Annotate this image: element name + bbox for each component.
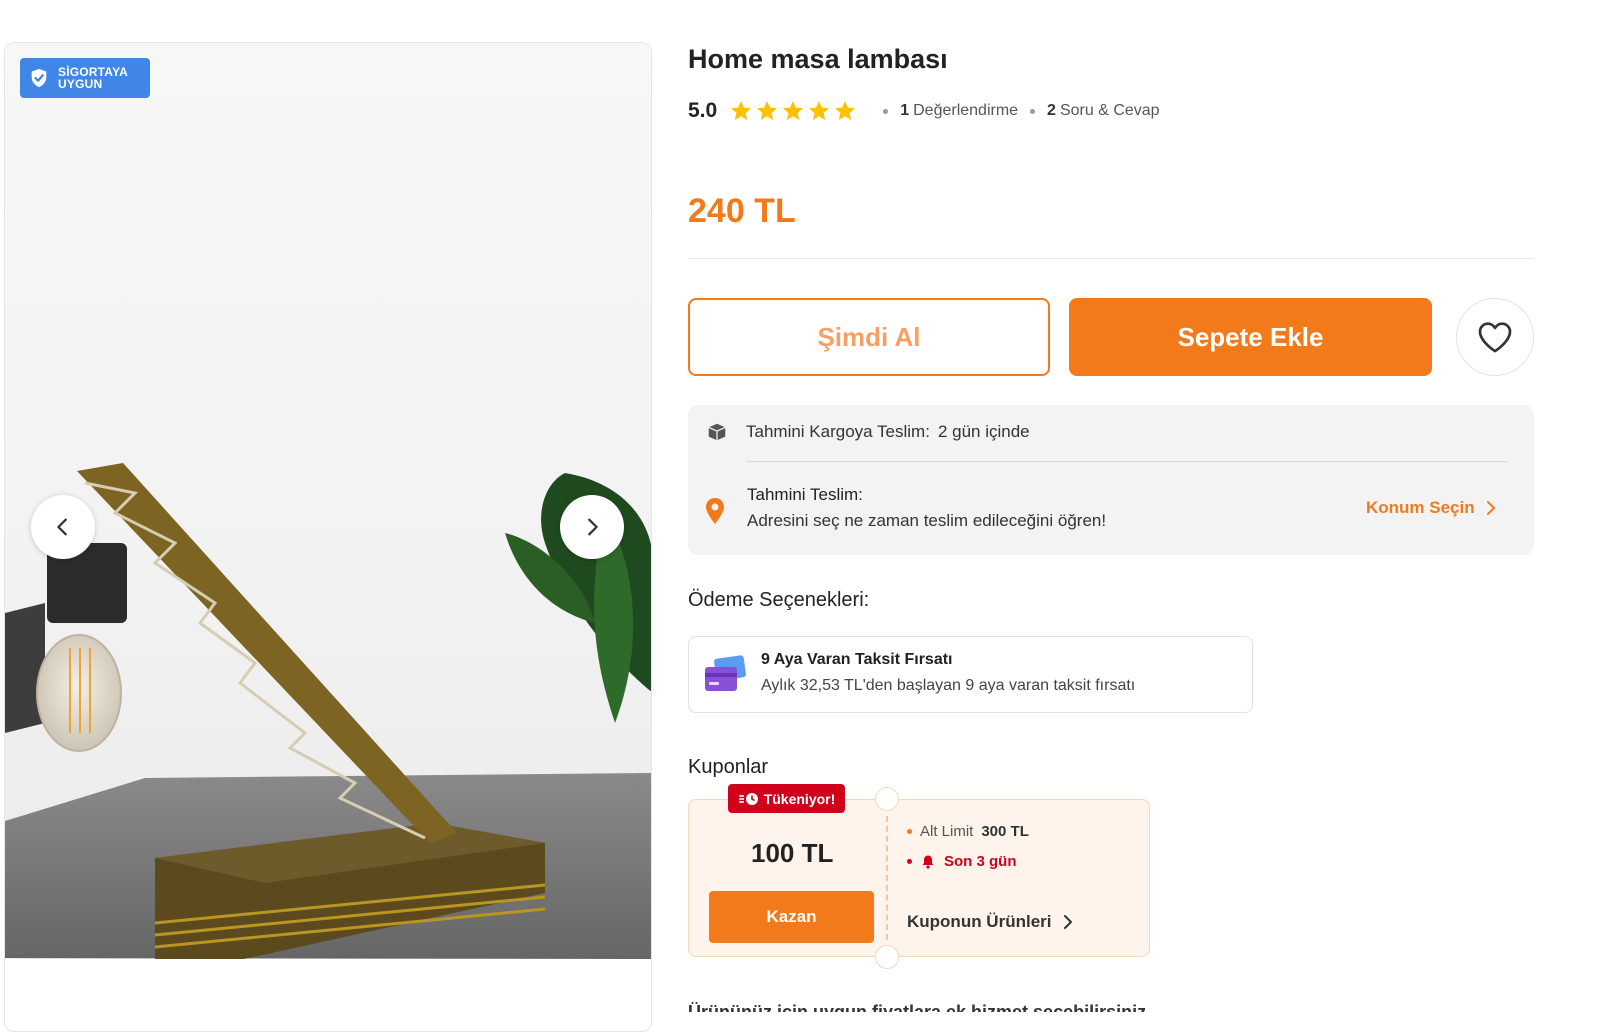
package-icon xyxy=(708,423,726,441)
product-gallery: SİGORTAYA UYGUN xyxy=(4,42,652,1032)
location-pin-icon xyxy=(706,498,724,524)
delivery-title: Tahmini Teslim: xyxy=(747,485,863,504)
star-icon xyxy=(757,101,778,120)
coupon-notch xyxy=(875,945,899,969)
star-icon xyxy=(835,101,856,120)
shield-check-icon xyxy=(31,68,47,88)
coupon-amount: 100 TL xyxy=(751,838,834,868)
cargo-delivery-row: Tahmini Kargoya Teslim: 2 gün içinde xyxy=(706,419,1030,445)
qa-link[interactable]: 2 Soru & Cevap xyxy=(1047,102,1160,120)
star-icon xyxy=(809,101,830,120)
qa-count: 2 xyxy=(1047,102,1056,119)
cargo-value: 2 gün içinde xyxy=(937,422,1030,441)
divider xyxy=(746,461,1508,462)
extra-services-text: Ürününüz için uygun fiyatlara ek hizmet … xyxy=(688,1002,1147,1012)
bullet xyxy=(907,829,912,834)
product-title: Home masa lambası xyxy=(688,44,948,75)
product-page: SİGORTAYA UYGUN Home masa lambası 5.0 1 … xyxy=(0,0,1600,1033)
favorite-button[interactable] xyxy=(1456,298,1534,376)
divider xyxy=(688,258,1534,259)
review-label: Değerlendirme xyxy=(913,102,1019,119)
product-brand[interactable]: Home xyxy=(688,44,763,74)
separator-dot xyxy=(883,108,889,114)
product-price: 240 TL xyxy=(688,192,796,230)
installment-title: 9 Aya Varan Taksit Fırsatı xyxy=(761,651,953,668)
bullet xyxy=(907,859,912,864)
installment-subtitle: Aylık 32,53 TL'den başlayan 9 aya varan … xyxy=(761,677,1136,694)
gallery-next-button[interactable] xyxy=(560,495,624,559)
payment-options-title: Ödeme Seçenekleri: xyxy=(688,589,870,611)
rating-score: 5.0 xyxy=(688,99,718,122)
coupon-card: 100 TL Kazan Alt Limit 300 TL Son 3 gün … xyxy=(688,787,1150,969)
star-icon xyxy=(731,101,752,120)
chevron-right-icon xyxy=(1064,915,1073,929)
coupon-notch xyxy=(875,787,899,811)
min-limit-label: Alt Limit xyxy=(920,823,974,840)
insurance-badge: SİGORTAYA UYGUN xyxy=(20,58,150,98)
claim-coupon-button[interactable]: Kazan xyxy=(709,891,874,943)
chevron-right-icon xyxy=(588,518,598,536)
review-count: 1 xyxy=(900,102,910,119)
coupon-products-link[interactable]: Kuponun Ürünleri xyxy=(907,912,1073,932)
credit-cards-icon xyxy=(705,655,746,691)
separator-dot xyxy=(1030,108,1036,114)
installment-card[interactable]: 9 Aya Varan Taksit Fırsatı Aylık 32,53 T… xyxy=(688,636,1253,713)
add-to-cart-button[interactable]: Sepete Ekle xyxy=(1069,298,1432,376)
delivery-info-panel: Tahmini Kargoya Teslim: 2 gün içinde Tah… xyxy=(688,405,1534,555)
running-out-label: Tükeniyor! xyxy=(763,790,836,807)
delivery-subtitle: Adresini seç ne zaman teslim edileceğini… xyxy=(747,511,1107,530)
star-rating xyxy=(729,99,857,123)
coupons-title: Kuponlar xyxy=(688,756,769,778)
chevron-right-icon xyxy=(1486,501,1495,515)
clock-icon xyxy=(738,792,758,805)
product-image xyxy=(5,43,651,959)
cargo-label: Tahmini Kargoya Teslim: xyxy=(746,422,930,441)
star-icon xyxy=(783,101,804,120)
coupon-divider xyxy=(886,816,888,940)
running-out-badge: Tükeniyor! xyxy=(728,784,845,813)
badge-line2: UYGUN xyxy=(58,77,103,91)
select-location-label: Konum Seçin xyxy=(1366,498,1475,517)
product-name: masa lambası xyxy=(770,44,948,74)
coupon-min-limit: Alt Limit 300 TL xyxy=(907,823,1029,840)
min-limit-value: 300 TL xyxy=(981,823,1029,840)
days-left: Son 3 gün xyxy=(944,853,1017,870)
buy-now-button[interactable]: Şimdi Al xyxy=(688,298,1050,376)
qa-label: Soru & Cevap xyxy=(1059,102,1160,119)
coupon-expiry: Son 3 gün xyxy=(907,853,1017,870)
heart-icon xyxy=(1478,322,1512,353)
gallery-prev-button[interactable] xyxy=(31,495,95,559)
coupon-products-label: Kuponun Ürünleri xyxy=(907,912,1052,931)
reviews-link[interactable]: 1 Değerlendirme xyxy=(900,102,1018,120)
select-location-link[interactable]: Konum Seçin xyxy=(1366,498,1497,518)
chevron-left-icon xyxy=(57,518,67,536)
rating-row: 5.0 1 Değerlendirme 2 Soru & Cevap xyxy=(688,98,1160,124)
bell-icon xyxy=(922,855,934,869)
